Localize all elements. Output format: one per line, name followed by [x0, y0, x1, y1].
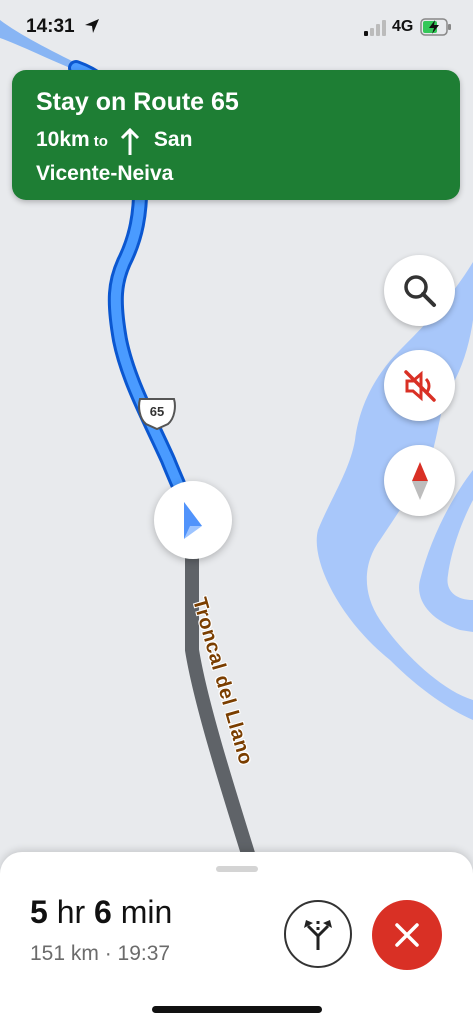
navigation-banner[interactable]: Stay on Route 65 10km to San Vicente-Nei… — [12, 70, 460, 200]
eta-hours-unit: hr — [56, 894, 86, 930]
eta-minutes: 6 — [94, 894, 112, 930]
to-label: to — [93, 133, 108, 150]
distance-label: 10km — [36, 128, 90, 151]
route-number: 65 — [149, 404, 165, 419]
network-type: 4G — [392, 18, 414, 35]
trip-summary-sheet[interactable]: 5 hr 6 min 151 km · 19:37 — [0, 852, 473, 1024]
alternate-routes-button[interactable] — [284, 900, 352, 968]
eta-hours: 5 — [30, 894, 48, 930]
signal-bars-icon — [364, 20, 386, 36]
eta-minutes-unit: min — [120, 894, 173, 930]
mute-button[interactable] — [384, 350, 455, 421]
eta-duration: 5 hr 6 min — [30, 894, 172, 931]
route-shield: 65 — [136, 396, 178, 431]
status-time: 14:31 — [26, 16, 75, 37]
close-icon — [395, 923, 419, 947]
mute-icon — [403, 369, 436, 402]
end-navigation-button[interactable] — [372, 900, 442, 970]
battery-charging-icon — [420, 18, 451, 36]
search-icon — [403, 274, 436, 307]
trip-details: 151 km · 19:37 — [30, 942, 171, 965]
instruction-title: Stay on Route 65 — [36, 88, 239, 116]
home-indicator[interactable] — [152, 1006, 322, 1013]
compass-icon — [411, 461, 428, 500]
location-arrow-icon — [85, 19, 99, 33]
destination-line2: Vicente-Neiva — [36, 162, 174, 185]
fork-arrows-icon — [304, 918, 332, 950]
status-bar: 14:31 4G — [0, 0, 473, 56]
sheet-grabber[interactable] — [216, 866, 258, 872]
navigation-arrow-icon — [184, 502, 202, 539]
compass-button[interactable] — [384, 445, 455, 516]
straight-arrow-icon — [120, 128, 139, 155]
search-button[interactable] — [384, 255, 455, 326]
current-location-puck — [154, 481, 232, 559]
destination-line1: San — [153, 128, 193, 151]
